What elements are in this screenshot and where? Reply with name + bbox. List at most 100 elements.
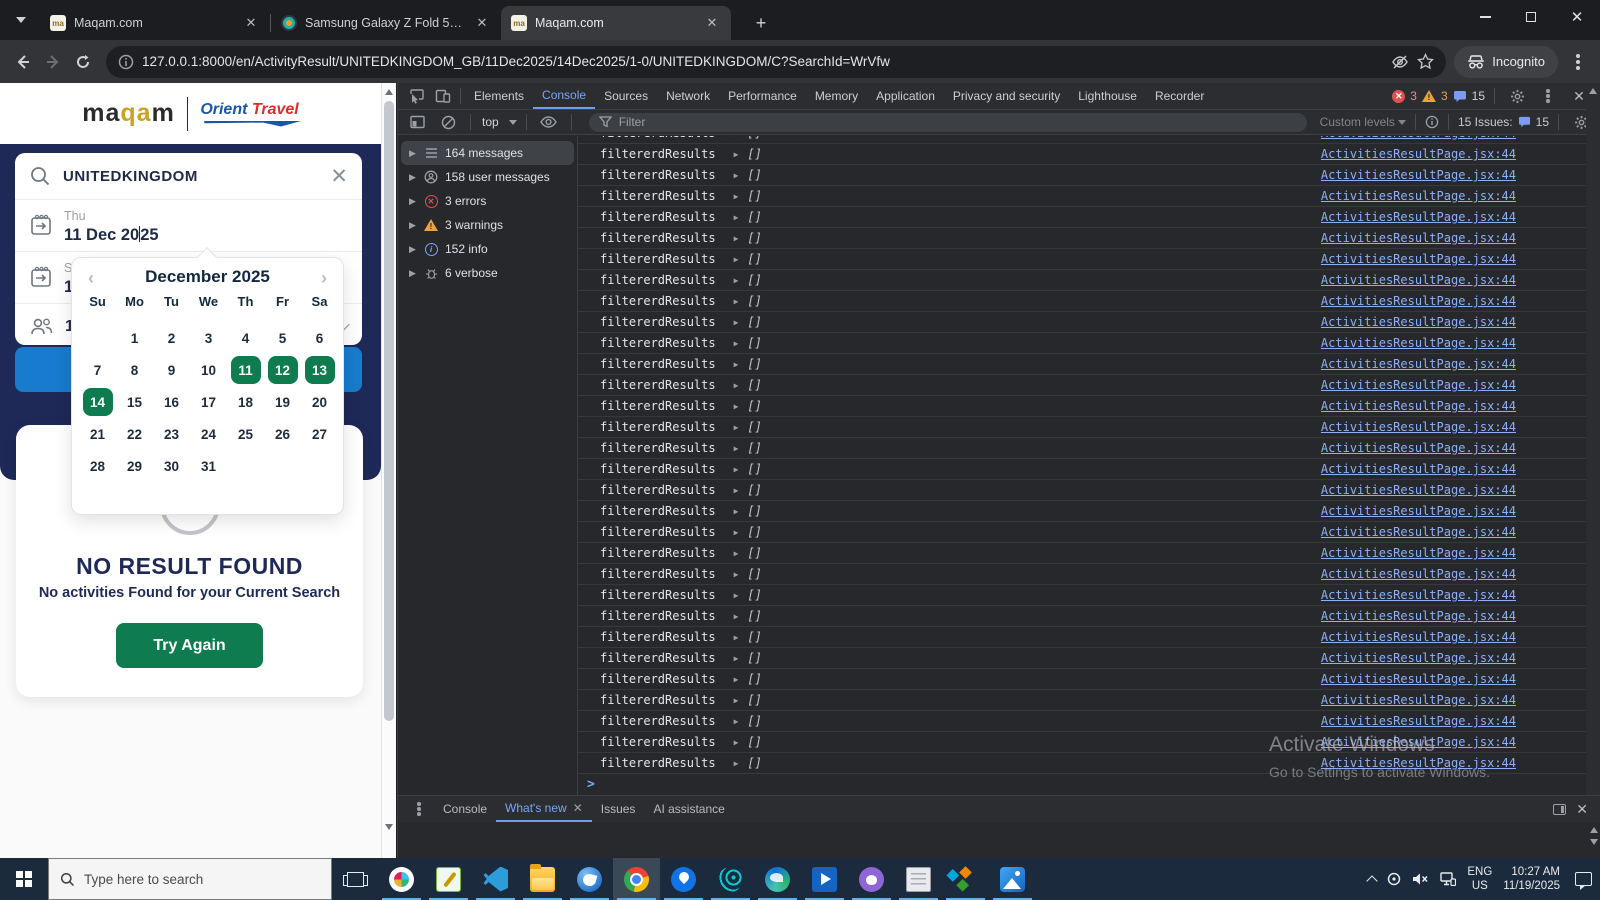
devtools-tab-privacy-and-security[interactable]: Privacy and security — [944, 83, 1069, 109]
browser-tab-1[interactable]: ma Maqam.com ✕ — [40, 6, 270, 40]
source-location-link[interactable]: ActivitiesResultPage.jsx:44 — [1321, 462, 1516, 476]
taskbar-app-notepad2[interactable] — [895, 858, 942, 900]
expand-arrow-icon[interactable]: ▶ — [409, 268, 417, 279]
source-location-link[interactable]: ActivitiesResultPage.jsx:44 — [1321, 336, 1516, 350]
devtools-settings-button[interactable] — [1504, 84, 1530, 108]
source-location-link[interactable]: ActivitiesResultPage.jsx:44 — [1321, 651, 1516, 665]
calendar-day-21[interactable]: 21 — [79, 418, 116, 450]
source-location-link[interactable]: ActivitiesResultPage.jsx:44 — [1321, 630, 1516, 644]
next-month-button[interactable]: › — [321, 268, 327, 289]
taskbar-app-movies-tv[interactable] — [801, 858, 848, 900]
date-from-field[interactable]: Thu 11 Dec 2025 — [15, 200, 362, 252]
devtools-tab-application[interactable]: Application — [867, 83, 944, 109]
calendar-day-20[interactable]: 20 — [301, 386, 338, 418]
close-window-button[interactable]: ✕ — [1554, 0, 1600, 34]
sidebar-item-158-user-messages[interactable]: ▶ 158 user messages — [401, 165, 574, 189]
scrollbar-thumb[interactable] — [384, 101, 394, 721]
taskbar-app-chrome[interactable] — [613, 858, 660, 900]
taskbar-search-input[interactable]: Type here to search — [48, 858, 332, 900]
tab-close-icon[interactable]: ✕ — [473, 14, 491, 32]
devtools-tab-sources[interactable]: Sources — [595, 83, 657, 109]
source-location-link[interactable]: ActivitiesResultPage.jsx:44 — [1321, 525, 1516, 539]
source-location-link[interactable]: ActivitiesResultPage.jsx:44 — [1321, 441, 1516, 455]
source-location-link[interactable]: ActivitiesResultPage.jsx:44 — [1321, 147, 1516, 161]
expand-arrow-icon[interactable]: ▶ — [409, 148, 417, 159]
drawer-tab-console[interactable]: Console — [434, 796, 496, 822]
source-location-link[interactable]: ActivitiesResultPage.jsx:44 — [1321, 294, 1516, 308]
forward-button[interactable] — [38, 47, 68, 77]
calendar-day-19[interactable]: 19 — [264, 386, 301, 418]
source-location-link[interactable]: ActivitiesResultPage.jsx:44 — [1321, 399, 1516, 413]
expand-arrow-icon[interactable]: ▶ — [734, 528, 739, 537]
destination-search-input[interactable]: UNITEDKINGDOM — [63, 168, 318, 185]
calendar-day-10[interactable]: 10 — [190, 354, 227, 386]
expand-arrow-icon[interactable]: ▶ — [734, 717, 739, 726]
source-location-link[interactable]: ActivitiesResultPage.jsx:44 — [1321, 231, 1516, 245]
source-location-link[interactable]: ActivitiesResultPage.jsx:44 — [1321, 378, 1516, 392]
inspect-element-button[interactable] — [404, 84, 430, 108]
eye-off-icon[interactable] — [1391, 53, 1409, 71]
browser-tab-2[interactable]: Samsung Galaxy Z Fold 5 13.0 ✕ — [271, 6, 501, 40]
bookmark-star-icon[interactable] — [1417, 53, 1435, 70]
devtools-tab-performance[interactable]: Performance — [719, 83, 806, 109]
console-scrollbar[interactable] — [1586, 83, 1600, 858]
live-expression-button[interactable] — [536, 110, 562, 134]
taskbar-app-thunderbird[interactable] — [566, 858, 613, 900]
calendar-day-16[interactable]: 16 — [153, 386, 190, 418]
sidebar-item-3-errors[interactable]: ▶ ✕ 3 errors — [401, 189, 574, 213]
maximize-button[interactable] — [1508, 0, 1554, 34]
expand-arrow-icon[interactable]: ▶ — [734, 171, 739, 180]
calendar-day-13[interactable]: 13 — [301, 354, 338, 386]
calendar-day-5[interactable]: 5 — [264, 322, 301, 354]
calendar-day-2[interactable]: 2 — [153, 322, 190, 354]
source-location-link[interactable]: ActivitiesResultPage.jsx:44 — [1321, 210, 1516, 224]
source-location-link[interactable]: ActivitiesResultPage.jsx:44 — [1321, 252, 1516, 266]
expand-arrow-icon[interactable]: ▶ — [734, 738, 739, 747]
taskbar-app-notepad-plus[interactable] — [425, 858, 472, 900]
expand-arrow-icon[interactable]: ▶ — [734, 297, 739, 306]
start-button[interactable] — [0, 858, 48, 900]
message-count[interactable]: 15 — [1472, 89, 1485, 103]
dock-side-icon[interactable] — [1553, 803, 1567, 815]
taskbar-app-vscode[interactable] — [472, 858, 519, 900]
calendar-day-25[interactable]: 25 — [227, 418, 264, 450]
minimize-button[interactable] — [1462, 0, 1508, 34]
expand-arrow-icon[interactable]: ▶ — [409, 244, 417, 255]
drawer-tab-issues[interactable]: Issues — [592, 796, 645, 822]
console-prompt[interactable]: > — [578, 774, 1600, 794]
message-bubble-icon[interactable] — [1453, 90, 1467, 103]
expand-arrow-icon[interactable]: ▶ — [734, 696, 739, 705]
console-sidebar-toggle-button[interactable] — [404, 110, 430, 134]
error-count[interactable]: 3 — [1410, 89, 1417, 103]
expand-arrow-icon[interactable]: ▶ — [734, 381, 739, 390]
expand-arrow-icon[interactable]: ▶ — [734, 612, 739, 621]
devtools-tab-lighthouse[interactable]: Lighthouse — [1069, 83, 1146, 109]
drawer-menu-button[interactable] — [406, 797, 432, 821]
calendar-day-30[interactable]: 30 — [153, 450, 190, 482]
expand-arrow-icon[interactable]: ▶ — [734, 360, 739, 369]
scroll-up-arrow-icon[interactable] — [385, 89, 393, 95]
expand-arrow-icon[interactable]: ▶ — [734, 570, 739, 579]
calendar-day-12[interactable]: 12 — [264, 354, 301, 386]
calendar-day-11[interactable]: 11 — [227, 354, 264, 386]
issues-counter[interactable]: 15 Issues: 15 — [1458, 115, 1549, 129]
custom-levels-dropdown[interactable]: Custom levels — [1320, 115, 1406, 129]
language-indicator[interactable]: ENG US — [1467, 865, 1492, 893]
url-text[interactable]: 127.0.0.1:8000/en/ActivityResult/UNITEDK… — [142, 54, 1383, 69]
source-location-link[interactable]: ActivitiesResultPage.jsx:44 — [1321, 546, 1516, 560]
devtools-tab-elements[interactable]: Elements — [465, 83, 533, 109]
source-location-link[interactable]: ActivitiesResultPage.jsx:44 — [1321, 693, 1516, 707]
taskbar-app-teal-swirl[interactable] — [707, 858, 754, 900]
scroll-down-arrow-icon[interactable] — [1590, 839, 1598, 845]
orient-travel-logo[interactable]: Orient Travel — [200, 101, 303, 127]
source-location-link[interactable]: ActivitiesResultPage.jsx:44 — [1321, 189, 1516, 203]
volume-muted-icon[interactable] — [1412, 872, 1429, 886]
source-location-link[interactable]: ActivitiesResultPage.jsx:44 — [1321, 168, 1516, 182]
tab-close-icon[interactable]: ✕ — [703, 14, 721, 32]
source-location-link[interactable]: ActivitiesResultPage.jsx:44 — [1321, 273, 1516, 287]
expand-arrow-icon[interactable]: ▶ — [734, 759, 739, 768]
calendar-day-9[interactable]: 9 — [153, 354, 190, 386]
expand-arrow-icon[interactable]: ▶ — [409, 172, 417, 183]
calendar-day-7[interactable]: 7 — [79, 354, 116, 386]
sidebar-item-6-verbose[interactable]: ▶ 6 verbose — [401, 261, 574, 285]
